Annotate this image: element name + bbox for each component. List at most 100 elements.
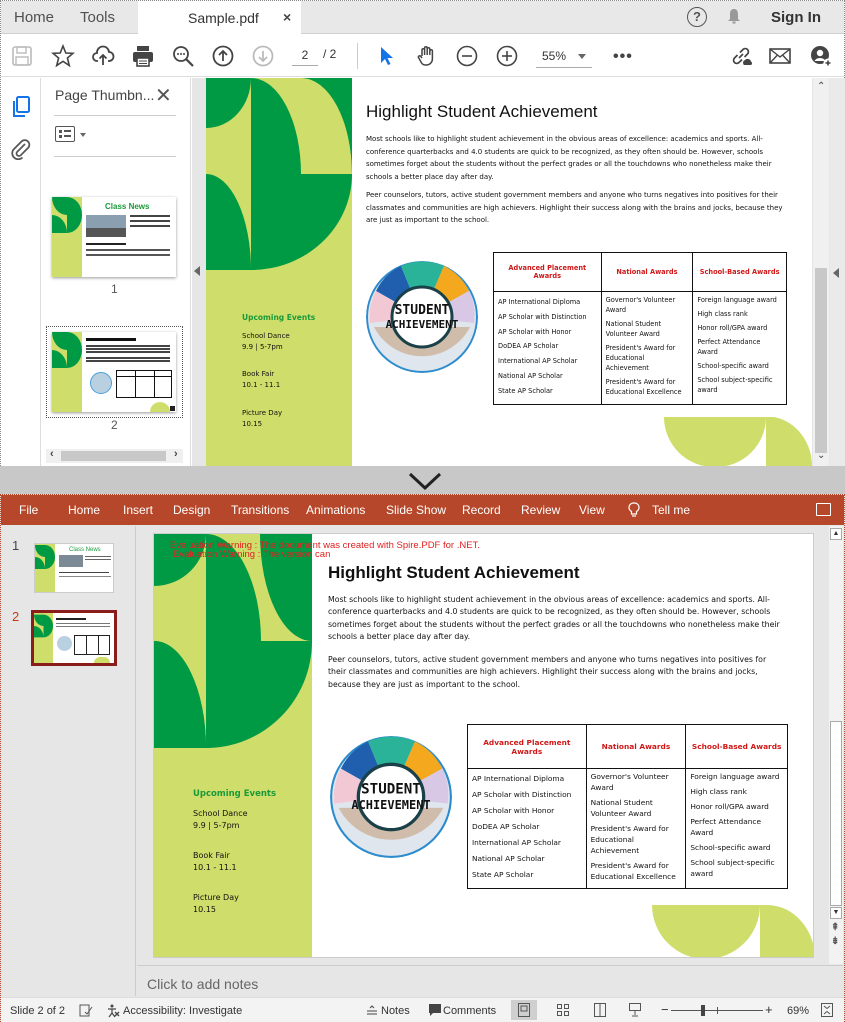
close-panel-icon[interactable]: ✕ — [155, 83, 172, 108]
ribbon-tab-home[interactable]: Home — [68, 503, 100, 517]
chevron-down-icon[interactable] — [80, 133, 86, 137]
ribbon-tab-file[interactable]: File — [19, 503, 38, 517]
email-icon[interactable] — [768, 44, 792, 68]
fit-to-window-icon[interactable] — [821, 1003, 833, 1017]
page-number-input[interactable]: 2 — [292, 46, 318, 66]
award-item: State AP Scholar — [472, 870, 534, 879]
scroll-down-icon[interactable]: ▼ — [830, 907, 842, 919]
next-page-icon[interactable] — [251, 44, 275, 68]
zoom-slider-handle[interactable] — [701, 1005, 705, 1016]
ribbon-tab-design[interactable]: Design — [173, 503, 210, 517]
award-item: AP Scholar with Honor — [472, 806, 555, 815]
scroll-left-icon[interactable]: ‹ — [50, 448, 54, 460]
reading-view-button[interactable] — [587, 1000, 613, 1020]
next-slide-icon[interactable]: ⇟ — [831, 936, 839, 947]
slide-vertical-scrollbar[interactable]: ▲ ▼ ⇞ ⇟ — [829, 526, 843, 964]
tab-tools[interactable]: Tools — [80, 1, 115, 34]
comments-icon[interactable] — [429, 1004, 441, 1017]
scroll-down-icon[interactable]: ⌄ — [817, 450, 825, 461]
powerpoint-window: File Home Insert Design Transitions Anim… — [0, 494, 845, 1022]
cloud-upload-icon[interactable] — [91, 44, 115, 68]
thumbnails-horizontal-scrollbar[interactable]: ‹ › — [46, 448, 183, 463]
comments-icon[interactable] — [816, 503, 831, 516]
spelling-check-icon[interactable] — [79, 1004, 93, 1017]
document-vertical-scrollbar[interactable]: ⌃ ⌄ — [813, 78, 829, 467]
add-user-icon[interactable] — [809, 44, 833, 68]
help-icon[interactable]: ? — [687, 7, 707, 27]
scrollbar-thumb[interactable] — [815, 268, 827, 453]
ribbon-tab-view[interactable]: View — [579, 503, 605, 517]
zoom-level-select[interactable]: 55% — [536, 46, 592, 68]
more-tools-icon[interactable]: ••• — [613, 48, 633, 66]
scroll-right-icon[interactable]: › — [174, 448, 178, 460]
scrollbar-thumb[interactable] — [61, 451, 166, 461]
award-item: AP Scholar with Distinction — [498, 312, 587, 321]
slide-paragraph-2: Peer counselors, tutors, active student … — [328, 655, 767, 689]
slide-thumbnail-2[interactable] — [31, 610, 117, 666]
slide-sorter-button[interactable] — [550, 1000, 576, 1020]
sign-in-button[interactable]: Sign In — [771, 9, 821, 26]
slide-paragraph-1: Most schools like to highlight student a… — [328, 595, 780, 641]
close-tab-icon[interactable]: × — [283, 9, 291, 25]
ribbon-tab-insert[interactable]: Insert — [123, 503, 153, 517]
select-cursor-icon[interactable] — [375, 44, 399, 68]
slide-thumbnail-1[interactable]: Class News — [34, 543, 114, 593]
table-column: AP International Diploma AP Scholar with … — [493, 291, 602, 405]
scrollbar-thumb[interactable] — [830, 721, 842, 906]
scroll-up-icon[interactable]: ⌃ — [817, 81, 825, 92]
share-link-icon[interactable] — [729, 44, 753, 68]
ribbon-tab-transitions[interactable]: Transitions — [231, 503, 289, 517]
zoom-out-icon[interactable] — [455, 44, 479, 68]
previous-page-icon[interactable] — [211, 44, 235, 68]
zoom-in-button[interactable]: + — [765, 1002, 773, 1017]
thumbnail-options-icon[interactable] — [55, 126, 75, 142]
save-icon[interactable] — [10, 44, 34, 68]
notes-button[interactable]: Notes — [381, 1005, 410, 1017]
print-icon[interactable] — [131, 44, 155, 68]
ribbon-tab-animations[interactable]: Animations — [306, 503, 365, 517]
hand-tool-icon[interactable] — [415, 44, 439, 68]
decorative-shapes — [206, 78, 352, 270]
zoom-percentage[interactable]: 69% — [787, 1005, 809, 1017]
collapse-panel-icon[interactable] — [194, 266, 200, 276]
award-item: National AP Scholar — [472, 854, 545, 863]
tell-me-search[interactable]: Tell me — [652, 503, 690, 517]
bookmark-star-icon[interactable] — [50, 43, 76, 68]
ribbon-tab-record[interactable]: Record — [462, 503, 501, 517]
event-name: School Dance — [193, 809, 248, 818]
zoom-in-icon[interactable] — [495, 44, 519, 68]
award-item: School-specific award — [697, 362, 769, 370]
search-zoom-icon[interactable] — [171, 44, 195, 68]
page-thumbnails-icon[interactable] — [11, 96, 31, 118]
ribbon-tab-review[interactable]: Review — [521, 503, 560, 517]
notes-icon[interactable] — [367, 1005, 377, 1016]
ribbon-tab-slide-show[interactable]: Slide Show — [386, 503, 446, 517]
student-achievement-badge: STUDENT ACHIEVEMENT — [366, 261, 478, 373]
notes-placeholder[interactable]: Click to add notes — [147, 976, 258, 992]
tab-document[interactable]: Sample.pdf × — [138, 1, 301, 35]
expand-right-panel-icon[interactable] — [833, 268, 839, 278]
normal-view-button[interactable] — [511, 1000, 537, 1020]
award-item: Perfect Attendance Award — [690, 817, 762, 837]
award-item: School-specific award — [690, 843, 771, 852]
slide-thumbnails-pane: 1 Class News 2 — [1, 526, 136, 996]
page-thumbnail-2[interactable] — [52, 332, 176, 412]
page-thumbnail-1[interactable]: Class News — [52, 197, 176, 277]
attachment-paperclip-icon[interactable] — [11, 138, 31, 160]
previous-slide-icon[interactable]: ⇞ — [831, 922, 839, 933]
bell-icon[interactable] — [727, 8, 741, 24]
award-item: High class rank — [697, 310, 748, 318]
accessibility-icon[interactable] — [106, 1004, 120, 1018]
tab-home[interactable]: Home — [14, 1, 54, 34]
scroll-up-icon[interactable]: ▲ — [830, 528, 842, 540]
notes-pane[interactable]: Click to add notes — [137, 965, 843, 997]
slideshow-view-button[interactable] — [622, 1000, 648, 1020]
zoom-out-button[interactable]: − — [661, 1002, 669, 1017]
slide-canvas[interactable]: Evaluation Warning : The document was cr… — [153, 533, 814, 958]
award-item: DoDEA AP Scholar — [498, 342, 559, 351]
thumbnail-title: Class News — [69, 547, 101, 553]
award-item: Governor's Volunteer Award — [590, 772, 669, 792]
award-item: Honor roll/GPA award — [690, 802, 769, 811]
comments-button[interactable]: Comments — [443, 1005, 496, 1017]
accessibility-status[interactable]: Accessibility: Investigate — [123, 1005, 242, 1017]
